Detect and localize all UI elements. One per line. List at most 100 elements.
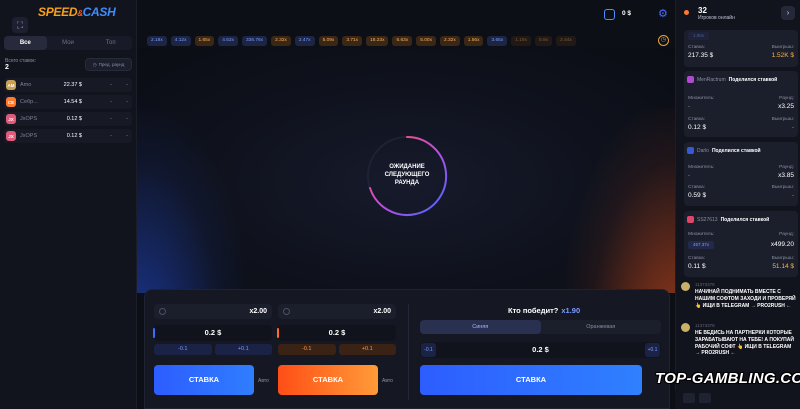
bet-multiplier: - [110, 82, 112, 88]
history-multiplier[interactable]: 4.53x [218, 36, 238, 46]
side-orange-tab[interactable]: Оранжевая [541, 320, 662, 334]
avatar [687, 147, 694, 154]
wallet-icon[interactable] [604, 9, 615, 20]
bets-filter-tabs: Все Мои Топ [4, 36, 132, 50]
history-multiplier[interactable]: 3.65x [487, 36, 508, 46]
player-name: SS27613 [697, 216, 718, 223]
avatar: JX [6, 131, 16, 141]
side-selector: Синяя Оранжевая [420, 320, 661, 334]
chevron-right-icon[interactable]: › [781, 6, 795, 20]
message-text: НАЧИНАЙ ПОДНИМАТЬ ВМЕСТЕ С НАШИМ СОФТОМ … [695, 289, 796, 309]
bet-controls: x2.00 0.2 $ -0.1 +0.1 СТАВКА Авто x2.00 … [144, 289, 670, 409]
history-multiplier[interactable]: 1.65x [194, 36, 215, 46]
bet-row: JX JxOPS 0.12 $ - - [4, 112, 132, 126]
history-multiplier[interactable]: 3.71x [342, 36, 363, 46]
chat-message: 11373378 НЕ ВЕДИСЬ НА ПАРТНЕРКИ КОТОРЫЕ … [681, 323, 797, 363]
avatar [687, 76, 694, 83]
shared-bet-card: 1.00x Ставка: 217.35 $ Выигрыш: 1.52K $ [684, 30, 798, 67]
history-multiplier[interactable]: 5.00x [416, 36, 436, 46]
history-multiplier[interactable]: 18.23x [366, 36, 389, 46]
watermark: TOP-GAMBLING.COM [655, 370, 800, 387]
decrease-button[interactable]: -0.1 [154, 344, 212, 355]
history-multiplier[interactable]: 2.18x [147, 36, 167, 46]
shared-bet-card: SS27613 Поделился ставкой Множитель: 457… [684, 211, 798, 277]
bet-amount-input[interactable]: 0.2 $ [277, 325, 396, 341]
total-bets-label: Всего ставок: [5, 58, 36, 64]
tab-all[interactable]: Все [4, 36, 47, 50]
fullscreen-icon[interactable]: ⛶ [12, 17, 28, 33]
balance-value: 0 $ [622, 10, 632, 17]
bet-amount: 0.12 $ [66, 116, 82, 122]
message-author: 11373378 [695, 282, 715, 287]
divider [408, 304, 409, 400]
online-label: Игроков онлайн [698, 15, 735, 21]
history-multiplier[interactable]: 336.76x [242, 36, 268, 46]
avatar [681, 282, 690, 291]
bet-row: CE Себр... 14.54 $ - - [4, 95, 132, 109]
bet-multiplier: - [110, 116, 112, 122]
bet-win: - [126, 133, 128, 139]
bet-amount-input[interactable]: 0.2 $ [153, 325, 272, 341]
bet-win: - [126, 99, 128, 105]
auto-toggle[interactable]: Авто [382, 378, 393, 384]
previous-round-button[interactable]: ◷ Пред. раунд [85, 58, 132, 71]
toggle-icon[interactable] [159, 308, 166, 315]
bet-win: - [126, 82, 128, 88]
bet-amount: 0.12 $ [66, 133, 82, 139]
history-multiplier[interactable]: 5.09x [318, 36, 339, 46]
avatar: CE [6, 97, 16, 107]
emoji-icon[interactable] [683, 393, 695, 403]
bets-list: AM Amo 22.37 $ - - CE Себр... 14.54 $ - … [4, 78, 132, 146]
auto-cashout-multiplier[interactable]: x2.00 [278, 304, 396, 319]
who-wins-amount-input[interactable]: -0.1 0.2 $ +0.1 [420, 342, 661, 358]
history-multiplier[interactable]: 6.63x [392, 36, 413, 46]
history-multiplier[interactable]: 2.32x [271, 36, 291, 46]
tab-top[interactable]: Топ [89, 36, 132, 50]
history-multiplier[interactable]: 2.32x [439, 36, 460, 46]
side-blue-tab[interactable]: Синяя [420, 320, 541, 334]
increase-button[interactable]: +0.1 [214, 344, 272, 355]
shared-bet-card: MenRactrum Поделился ставкой Множитель: … [684, 71, 798, 137]
auto-cashout-multiplier[interactable]: x2.00 [154, 304, 272, 319]
message-author: 11373378 [695, 323, 715, 328]
increase-button[interactable]: +0.1 [338, 344, 396, 355]
player-name: JxOPS [20, 116, 38, 122]
player-name: Darlo [697, 147, 709, 154]
round-history: 2.18x 4.12x 1.65x 4.53x 336.76x 2.32x 2.47x 5.0… [147, 36, 576, 46]
online-indicator [684, 10, 689, 15]
player-name: MenRactrum [697, 76, 726, 83]
gear-icon[interactable]: ⚙ [658, 7, 668, 20]
bet-panel-orange: x2.00 0.2 $ -0.1 +0.1 [277, 304, 396, 355]
history-multiplier[interactable]: 5.9x [534, 36, 553, 46]
player-name: JxOPS [20, 133, 38, 139]
bets-sidebar: SPEED&CASH ⛶ Все Мои Топ Всего ставок: 2… [0, 0, 137, 409]
waiting-message: ОЖИДАНИЕ СЛЕДУЮЩЕГО РАУНДА [384, 164, 430, 186]
decrease-button[interactable]: -0.1 [278, 344, 336, 355]
history-multiplier[interactable]: 4.12x [170, 36, 191, 46]
history-multiplier[interactable]: 1.19x [511, 36, 531, 46]
bet-row: JX JxOPS 0.12 $ - - [4, 129, 132, 143]
bet-win: - [126, 116, 128, 122]
history-icon: ◷ [92, 61, 97, 67]
message-text: НЕ ВЕДИСЬ НА ПАРТНЕРКИ КОТОРЫЕ ЗАРАБАТЫВ… [695, 330, 794, 357]
history-multiplier[interactable]: 1.56x [463, 36, 484, 46]
toggle-icon[interactable] [283, 308, 290, 315]
chat-message: 11373378 НАЧИНАЙ ПОДНИМАТЬ ВМЕСТЕ С НАШИ… [681, 282, 797, 320]
tab-my[interactable]: Мои [47, 36, 90, 50]
total-bets-value: 2 [5, 64, 9, 71]
speed-cash-logo[interactable]: SPEED&CASH [38, 5, 116, 19]
shared-bet-card: Darlo Поделился ставкой Множитель: - Рау… [684, 142, 798, 206]
increase-button[interactable]: +0.1 [645, 343, 660, 357]
history-clock-icon[interactable]: ◷ [658, 35, 669, 46]
who-wins-stake-button[interactable]: СТАВКА [420, 365, 642, 395]
bet-multiplier: - [110, 99, 112, 105]
chat-footer [675, 390, 800, 409]
history-multiplier[interactable]: 2.47x [294, 36, 315, 46]
game-area: ОЖИДАНИЕ СЛЕДУЮЩЕГО РАУНДА [137, 48, 675, 293]
history-multiplier[interactable]: 2.44x [556, 36, 576, 46]
stake-button-orange[interactable]: СТАВКА [278, 365, 378, 395]
bet-multiplier: - [110, 133, 112, 139]
gif-icon[interactable] [699, 393, 711, 403]
auto-toggle[interactable]: Авто [258, 378, 269, 384]
stake-button-blue[interactable]: СТАВКА [154, 365, 254, 395]
